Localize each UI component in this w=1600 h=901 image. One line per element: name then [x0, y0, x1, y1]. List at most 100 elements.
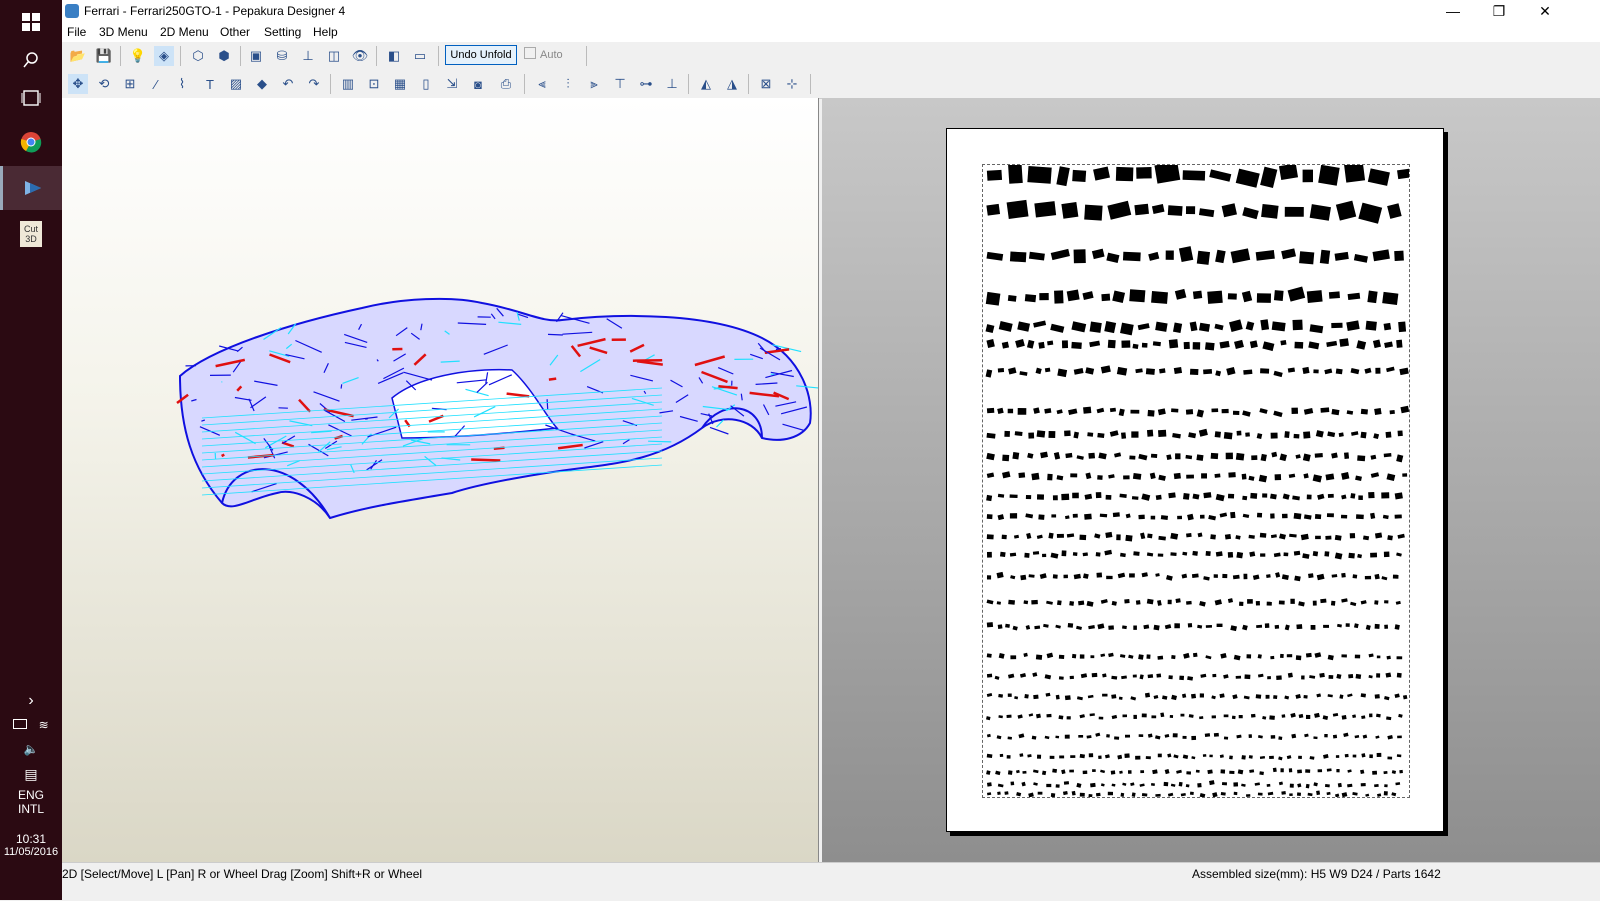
- unfolded-part: [999, 653, 1005, 659]
- arrange-icon[interactable]: ▦: [390, 74, 410, 94]
- unfolded-part: [1053, 495, 1058, 500]
- align-middle-icon[interactable]: ⊶: [636, 74, 656, 94]
- cut3d-icon[interactable]: Cut 3D: [0, 212, 62, 256]
- cylinder-icon[interactable]: ⛁: [272, 46, 292, 66]
- pepakura-taskbar-icon[interactable]: [0, 166, 62, 210]
- menu-3d[interactable]: 3D Menu: [99, 25, 148, 39]
- unfolded-part: [986, 292, 1001, 306]
- unfolded-part: [1296, 624, 1302, 629]
- unfolded-part: [1096, 573, 1102, 578]
- unfolded-part: [1171, 655, 1175, 659]
- fit-parts-icon[interactable]: ⊡: [364, 74, 384, 94]
- rotate-part-icon[interactable]: ⟲: [94, 74, 114, 94]
- group-icon[interactable]: ⊠: [756, 74, 776, 94]
- mirror-icon[interactable]: ◫: [324, 46, 344, 66]
- unfolded-part: [1057, 475, 1064, 480]
- minimize-button[interactable]: —: [1430, 0, 1476, 22]
- unfolded-part: [987, 472, 994, 478]
- redo-icon[interactable]: ↷: [304, 74, 324, 94]
- image-icon[interactable]: ▨: [226, 74, 246, 94]
- cube-icon[interactable]: ▣: [246, 46, 266, 66]
- camera-icon[interactable]: ◙: [468, 74, 488, 94]
- split-view-icon[interactable]: ◧: [384, 46, 404, 66]
- battery-icon[interactable]: [13, 719, 27, 729]
- close-button[interactable]: ✕: [1522, 0, 1568, 22]
- undo-unfold-button[interactable]: Undo Unfold: [445, 45, 517, 65]
- page-layout-icon[interactable]: ▥: [338, 74, 358, 94]
- unfolded-part: [1234, 792, 1238, 795]
- unfolded-part: [1291, 734, 1296, 739]
- language-indicator[interactable]: ENG INTL: [0, 788, 62, 816]
- align-right-icon[interactable]: ⫸: [584, 74, 604, 94]
- task-view-icon[interactable]: [0, 76, 62, 120]
- unfolded-part: [1154, 165, 1180, 184]
- 2d-view-panel[interactable]: [822, 98, 1600, 862]
- action-center-icon[interactable]: ▤: [0, 766, 62, 783]
- align-center-icon[interactable]: ⫶: [558, 74, 578, 94]
- unfolded-part: [1370, 455, 1376, 460]
- unfolded-part: [1130, 782, 1134, 786]
- rotate-3d-icon[interactable]: ⬢: [214, 46, 234, 66]
- ungroup-icon[interactable]: ⊹: [782, 74, 802, 94]
- open-icon[interactable]: 📂: [68, 46, 88, 66]
- unfolded-part: [987, 575, 991, 579]
- save-icon[interactable]: 💾: [94, 46, 114, 66]
- restore-button[interactable]: ❐: [1476, 0, 1522, 22]
- unfolded-parts[interactable]: [983, 165, 1409, 797]
- unfolded-part: [1138, 515, 1144, 520]
- unfolded-part: [1153, 625, 1159, 631]
- auto-checkbox[interactable]: Auto: [524, 47, 563, 61]
- align-bottom-icon[interactable]: ⊥: [662, 74, 682, 94]
- unfolded-part: [1327, 431, 1335, 437]
- unfolded-part: [1289, 793, 1293, 796]
- box-icon[interactable]: ◆: [252, 74, 272, 94]
- chrome-icon[interactable]: [0, 120, 62, 164]
- unfolded-part: [1106, 495, 1112, 500]
- unfolded-part: [1356, 340, 1366, 350]
- unfold-icon[interactable]: ⬡: [188, 46, 208, 66]
- menu-2d[interactable]: 2D Menu: [160, 25, 209, 39]
- menu-file[interactable]: File: [67, 25, 86, 39]
- undo-icon[interactable]: ↶: [278, 74, 298, 94]
- auto-checkbox-box[interactable]: [524, 47, 536, 59]
- car-3d-model[interactable]: [62, 98, 818, 862]
- menu-other[interactable]: Other: [220, 25, 250, 39]
- menu-setting[interactable]: Setting: [264, 25, 301, 39]
- title-bar: Ferrari - Ferrari250GTO-1 - Pepakura Des…: [62, 0, 1600, 22]
- view-icon[interactable]: 👁: [350, 46, 370, 66]
- page-icon[interactable]: ▯: [416, 74, 436, 94]
- select-move-icon[interactable]: ✥: [68, 74, 88, 94]
- draw-line-icon[interactable]: ∕: [146, 74, 166, 94]
- menu-help[interactable]: Help: [313, 25, 338, 39]
- unfolded-part: [1071, 321, 1086, 332]
- distribute-v-icon[interactable]: ◮: [722, 74, 742, 94]
- unfolded-part: [1320, 599, 1326, 603]
- wifi-icon[interactable]: ≋: [39, 718, 49, 732]
- unfolded-part: [1249, 535, 1255, 539]
- print-icon[interactable]: ⎙: [496, 74, 516, 94]
- 3d-view-panel[interactable]: [62, 98, 819, 862]
- align-top-icon[interactable]: ⊤: [610, 74, 630, 94]
- unfolded-part: [1022, 771, 1026, 774]
- join-faces-icon[interactable]: ⊞: [120, 74, 140, 94]
- distribute-h-icon[interactable]: ◭: [696, 74, 716, 94]
- flap-icon[interactable]: ⌇: [172, 74, 192, 94]
- unfolded-part: [1257, 293, 1271, 303]
- export-icon[interactable]: ⇲: [442, 74, 462, 94]
- unfolded-part: [1084, 514, 1092, 520]
- unfolded-part: [1288, 673, 1293, 678]
- single-view-icon[interactable]: ▭: [410, 46, 430, 66]
- clock[interactable]: 10:31 11/05/2016: [0, 832, 62, 858]
- volume-icon[interactable]: 🔈: [0, 742, 62, 756]
- toolbar-separator: [180, 46, 181, 66]
- unfolded-part: [1083, 407, 1091, 414]
- light-bulb-icon[interactable]: 💡: [128, 46, 148, 66]
- mesh-edge: [648, 441, 671, 442]
- unfolded-part: [1361, 753, 1365, 757]
- text-icon[interactable]: T: [200, 74, 220, 94]
- unfolded-part: [1203, 754, 1206, 757]
- texture-icon[interactable]: ◈: [154, 46, 174, 66]
- show-hidden-icons-chevron-icon[interactable]: ›: [0, 692, 62, 710]
- align-left-icon[interactable]: ⫷: [532, 74, 552, 94]
- axis-icon[interactable]: ⊥: [298, 46, 318, 66]
